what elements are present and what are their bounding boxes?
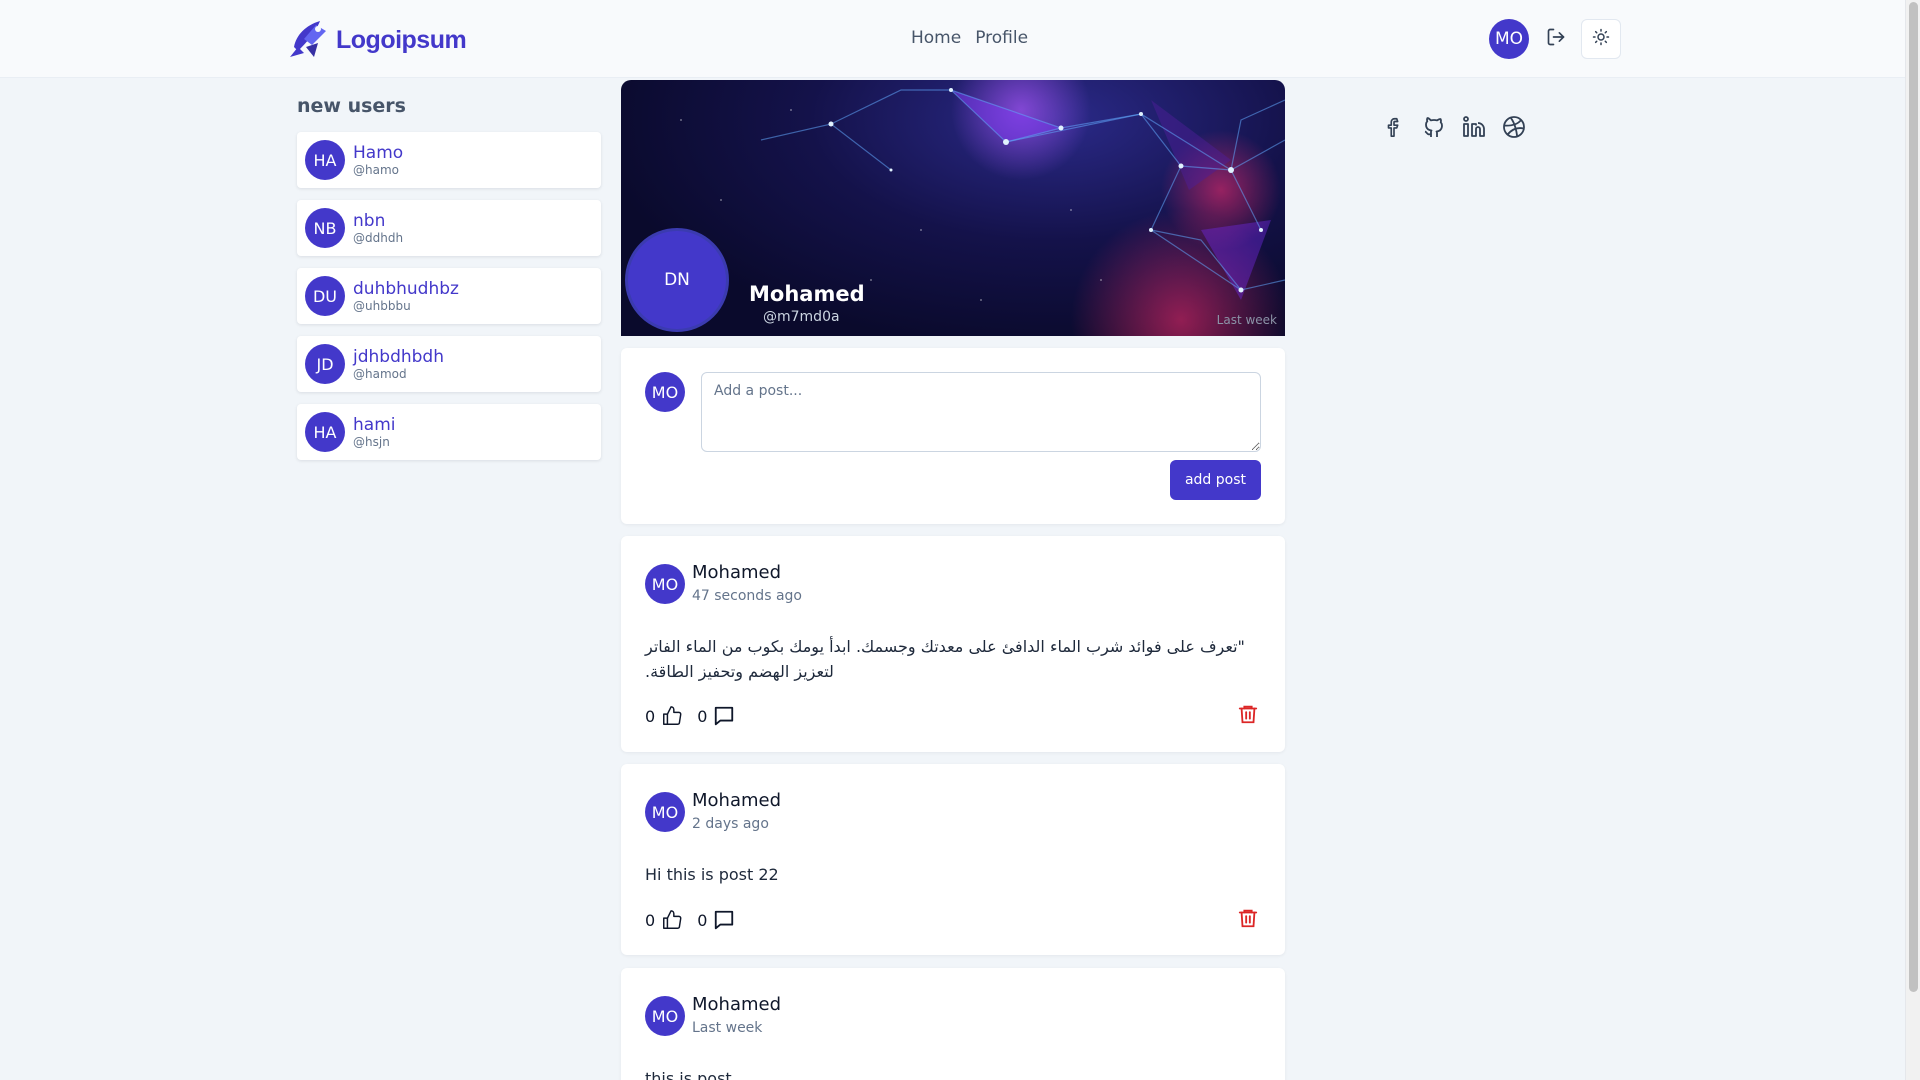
- brand-logo[interactable]: Logoipsum: [286, 17, 467, 63]
- post-author-avatar[interactable]: MO: [645, 996, 685, 1036]
- post-body: "تعرف على فوائد شرب الماء الدافئ على معد…: [645, 637, 1245, 681]
- main-nav: Home Profile: [911, 28, 1028, 48]
- profile-timestamp: Last week: [1216, 313, 1277, 327]
- user-card-avatar: JD: [305, 344, 345, 384]
- nav-home-link[interactable]: Home: [911, 28, 961, 48]
- profile-handle: @m7md0a: [763, 309, 840, 325]
- user-card[interactable]: HA Hamo @hamo: [297, 132, 601, 188]
- delete-post-button[interactable]: [1235, 703, 1261, 729]
- comment-icon[interactable]: [711, 703, 737, 729]
- like-count: 0: [645, 706, 656, 726]
- like-count: 0: [645, 910, 656, 930]
- user-card-handle: @hamod: [353, 367, 407, 381]
- user-card-name[interactable]: jdhbdhbdh: [353, 347, 444, 367]
- app-viewport: Logoipsum Home Profile MO new users HA H…: [0, 0, 1920, 1080]
- user-card-handle: @hamo: [353, 163, 399, 177]
- user-card-name[interactable]: duhbhudhbz: [353, 279, 459, 299]
- user-card[interactable]: DU duhbhudhbz @uhbbbu: [297, 268, 601, 324]
- user-card-avatar: HA: [305, 412, 345, 452]
- new-users-heading: new users: [297, 95, 406, 117]
- post-input[interactable]: [701, 372, 1261, 452]
- post-timestamp: 47 seconds ago: [692, 588, 802, 604]
- comment-icon[interactable]: [711, 907, 737, 933]
- nav-profile-link[interactable]: Profile: [975, 28, 1028, 48]
- user-card-handle: @uhbbbu: [353, 299, 411, 313]
- linkedin-icon[interactable]: [1461, 114, 1486, 139]
- user-card[interactable]: HA hami @hsjn: [297, 404, 601, 460]
- post-card: MO Mohamed 2 days ago Hi this is post 22…: [621, 764, 1285, 955]
- sun-icon: [1592, 28, 1610, 50]
- composer-avatar: MO: [645, 372, 685, 412]
- post-actions: 0 0: [645, 703, 745, 729]
- user-card[interactable]: JD jdhbdhbdh @hamod: [297, 336, 601, 392]
- post-author-name[interactable]: Mohamed: [692, 994, 781, 1015]
- post-timestamp: Last week: [692, 1020, 763, 1036]
- github-icon[interactable]: [1421, 114, 1446, 139]
- logo-mark-icon: [286, 17, 332, 63]
- dribbble-icon[interactable]: [1501, 114, 1526, 139]
- post-author-avatar[interactable]: MO: [645, 564, 685, 604]
- post-timestamp: 2 days ago: [692, 816, 769, 832]
- user-card-name[interactable]: Hamo: [353, 143, 403, 163]
- theme-toggle-button[interactable]: [1581, 19, 1621, 59]
- post-body: this is post: [645, 1069, 732, 1080]
- post-author-name[interactable]: Mohamed: [692, 790, 781, 811]
- user-card-avatar: DU: [305, 276, 345, 316]
- profile-avatar: DN: [625, 228, 729, 332]
- add-post-button[interactable]: add post: [1170, 460, 1261, 500]
- scrollbar-thumb[interactable]: [1909, 2, 1918, 992]
- page-scrollbar[interactable]: [1905, 0, 1920, 1080]
- comment-count: 0: [697, 706, 708, 726]
- logo-text: Logoipsum: [336, 25, 467, 54]
- post-author-avatar[interactable]: MO: [645, 792, 685, 832]
- like-icon[interactable]: [659, 907, 685, 933]
- post-author-name[interactable]: Mohamed: [692, 562, 781, 583]
- user-card-name[interactable]: nbn: [353, 211, 403, 231]
- user-card-avatar: NB: [305, 208, 345, 248]
- post-card: MO Mohamed 47 seconds ago "تعرف على فوائ…: [621, 536, 1285, 752]
- user-avatar[interactable]: MO: [1489, 19, 1529, 59]
- social-links: [1381, 114, 1526, 139]
- post-body: Hi this is post 22: [645, 865, 779, 884]
- trash-icon: [1237, 907, 1259, 933]
- delete-post-button[interactable]: [1235, 907, 1261, 933]
- like-icon[interactable]: [659, 703, 685, 729]
- logout-button[interactable]: [1543, 26, 1569, 52]
- top-header: Logoipsum Home Profile MO: [0, 0, 1905, 78]
- post-card: MO Mohamed Last week this is post: [621, 968, 1285, 1080]
- profile-banner: DN Mohamed @m7md0a Last week: [621, 80, 1285, 336]
- user-card-handle: @hsjn: [353, 435, 390, 449]
- user-card-handle: @ddhdh: [353, 231, 404, 245]
- post-composer: MO add post: [621, 348, 1285, 524]
- comment-count: 0: [697, 910, 708, 930]
- facebook-icon[interactable]: [1381, 114, 1406, 139]
- user-card[interactable]: NB nbn @ddhdh: [297, 200, 601, 256]
- trash-icon: [1237, 703, 1259, 729]
- user-card-avatar: HA: [305, 140, 345, 180]
- logout-icon: [1546, 27, 1566, 51]
- new-users-list: HA Hamo @hamo NB nbn @ddhdh DU duhbhudhbz @…: [297, 132, 601, 472]
- post-actions: 0 0: [645, 907, 745, 933]
- profile-name: Mohamed: [749, 282, 865, 306]
- user-card-name[interactable]: hami: [353, 415, 395, 435]
